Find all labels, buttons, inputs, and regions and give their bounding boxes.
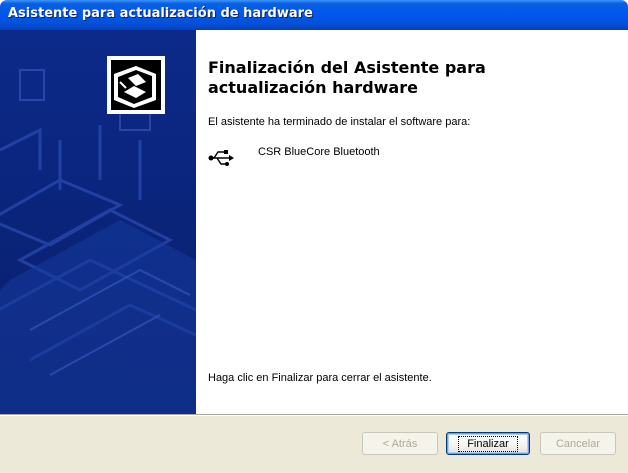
device-name: CSR BlueCore Bluetooth — [258, 146, 380, 158]
finish-button[interactable]: Finalizar — [446, 432, 530, 455]
wizard-content: Finalización del Asistente para actualiz… — [196, 30, 628, 414]
cancel-button-label: Cancelar — [555, 437, 601, 450]
wizard-sidebar-art — [0, 56, 196, 414]
usb-icon — [208, 150, 234, 166]
wizard-window: Asistente para actualización de hardware — [0, 0, 628, 473]
cancel-button[interactable]: Cancelar — [540, 432, 616, 455]
title-bar[interactable]: Asistente para actualización de hardware — [0, 0, 628, 30]
back-button-label: < Atrás — [382, 437, 418, 450]
finish-instruction-text: Haga clic en Finalizar para cerrar el as… — [208, 372, 432, 384]
install-status-text: El asistente ha terminado de instalar el… — [208, 116, 471, 128]
window-title: Asistente para actualización de hardware — [8, 6, 313, 21]
page-title-line-1: Finalización del Asistente para — [208, 58, 486, 77]
finish-button-label: Finalizar — [458, 435, 518, 452]
page-title-line-2: actualización hardware — [208, 78, 418, 97]
page-title: Finalización del Asistente para actualiz… — [208, 58, 608, 98]
back-button[interactable]: < Atrás — [362, 432, 438, 455]
wizard-sidebar — [0, 30, 196, 414]
button-bar: < Atrás Finalizar Cancelar — [0, 416, 628, 473]
hardware-wizard-icon — [107, 56, 165, 114]
